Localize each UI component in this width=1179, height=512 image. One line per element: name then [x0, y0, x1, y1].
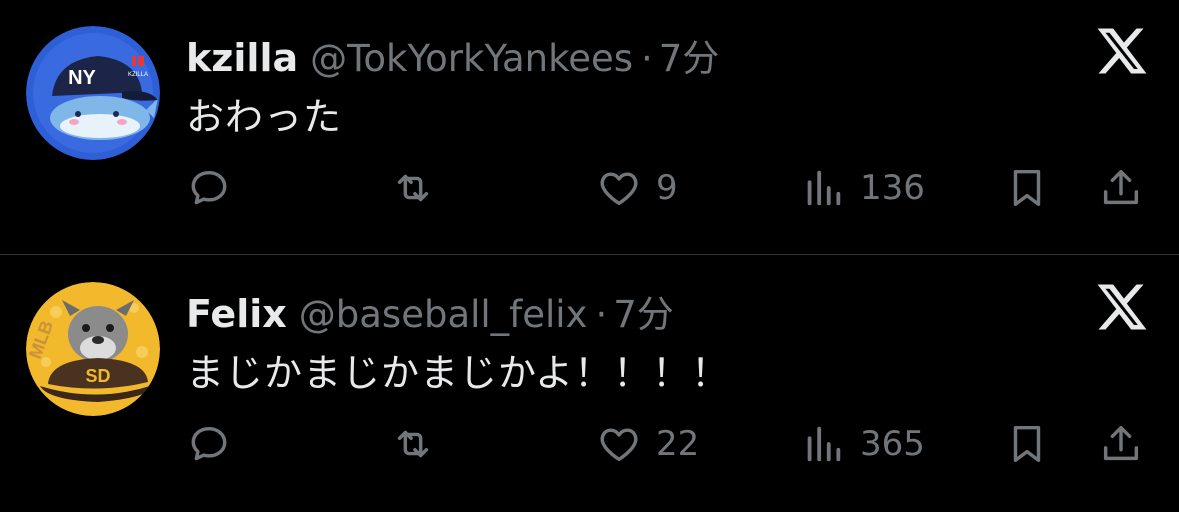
tweet-header: Felix @baseball_felix · 7分 [186, 284, 674, 336]
views-chart-icon [807, 426, 841, 462]
tweet-divider [0, 254, 1179, 255]
separator: · [641, 37, 653, 80]
tweet-header: kzilla @TokYorkYankees · 7分 [186, 28, 719, 80]
heart-icon [600, 172, 638, 206]
schnauzer-in-padres-cap-avatar: SD MLB [26, 282, 160, 416]
retweet-button[interactable] [390, 414, 450, 474]
retweet-button[interactable] [390, 158, 450, 218]
timestamp[interactable]: 7分 [659, 28, 720, 82]
like-button[interactable]: 22 [596, 414, 699, 474]
x-logo-icon [1094, 280, 1148, 334]
cap-text: NY [68, 67, 96, 89]
bookmark-button[interactable] [1004, 414, 1050, 474]
bookmark-icon [1013, 425, 1041, 463]
share-button[interactable] [1098, 414, 1144, 474]
view-count: 365 [860, 424, 925, 464]
share-icon [1103, 425, 1139, 461]
tweet[interactable]: NY KZILLA kzilla @TokYorkYankees · 7分 おわ… [0, 0, 1179, 256]
user-handle[interactable]: @baseball_felix [299, 293, 588, 336]
logo-text: KZILLA [128, 72, 148, 78]
retweet-icon [397, 430, 429, 458]
action-bar: 9 136 [0, 158, 1179, 218]
views-button[interactable]: 136 [800, 158, 925, 218]
avatar[interactable]: NY KZILLA [26, 26, 160, 160]
views-button[interactable]: 365 [800, 414, 925, 474]
tweet-text: まじかまじかまじかよ！！！！ [186, 351, 731, 395]
avatar[interactable]: SD MLB [26, 282, 160, 416]
like-count: 9 [656, 168, 678, 208]
display-name[interactable]: Felix [186, 292, 287, 336]
reply-icon [191, 170, 227, 205]
svg-text:SD: SD [85, 366, 110, 386]
views-chart-icon [807, 170, 841, 206]
share-icon [1103, 169, 1139, 205]
reply-button[interactable] [186, 414, 246, 474]
reply-button[interactable] [186, 158, 246, 218]
tweet-text: おわった [186, 95, 343, 139]
bookmark-icon [1013, 169, 1041, 207]
whale-with-ny-cap-avatar: NY KZILLA [26, 26, 160, 160]
reply-icon [191, 426, 227, 461]
action-bar: 22 365 [0, 414, 1179, 474]
separator: · [595, 293, 608, 336]
display-name[interactable]: kzilla [186, 36, 298, 80]
like-count: 22 [656, 424, 700, 464]
tweet[interactable]: SD MLB Felix @baseball_felix · 7分 まじかまじか… [0, 256, 1179, 512]
bookmark-button[interactable] [1004, 158, 1050, 218]
timeline: NY KZILLA kzilla @TokYorkYankees · 7分 おわ… [0, 0, 1179, 512]
x-logo-icon [1094, 24, 1148, 78]
view-count: 136 [860, 168, 925, 208]
like-button[interactable]: 9 [596, 158, 678, 218]
user-handle[interactable]: @TokYorkYankees [310, 37, 633, 80]
heart-icon [600, 428, 638, 462]
retweet-icon [397, 174, 429, 202]
timestamp[interactable]: 7分 [613, 284, 674, 338]
share-button[interactable] [1098, 158, 1144, 218]
